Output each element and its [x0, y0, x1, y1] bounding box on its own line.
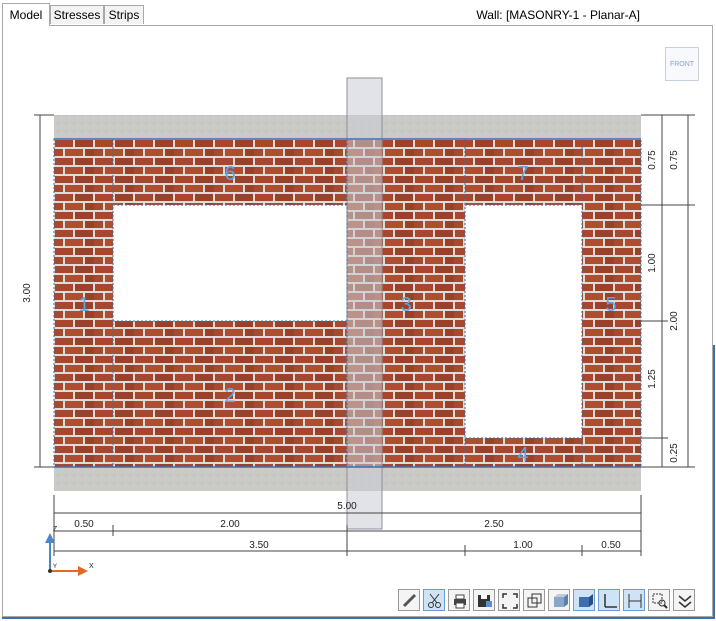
height-dimension: [34, 114, 54, 468]
axes-icon: [604, 594, 617, 608]
svg-text:1.25: 1.25: [647, 369, 658, 389]
svg-text:1.00: 1.00: [647, 253, 658, 273]
shaded-button[interactable]: [573, 589, 595, 611]
solid-button[interactable]: [548, 589, 570, 611]
zoom-extents-icon: [502, 593, 518, 609]
save-image-button[interactable]: [473, 589, 495, 611]
svg-text:3.50: 3.50: [249, 540, 269, 551]
wireframe-button[interactable]: [523, 589, 545, 611]
shaded-icon: [579, 594, 593, 607]
print-button[interactable]: [448, 589, 470, 611]
right-dimension-labels: 0.75 1.00 1.25 0.25 0.75 2.00: [647, 150, 680, 463]
svg-text:2.00: 2.00: [669, 311, 680, 331]
cut-icon: [428, 593, 441, 608]
measure-button[interactable]: [398, 589, 420, 611]
svg-text:X: X: [89, 563, 94, 570]
svg-text:0.25: 0.25: [669, 443, 680, 463]
wall-drawing[interactable]: 1 2 3 4 5 6 7 3.00 0.75 1.00 1.25 0.25 0…: [0, 0, 716, 621]
measure-icon: [402, 593, 417, 608]
tab-model[interactable]: Model: [2, 3, 50, 26]
region-label-6: 6: [224, 163, 235, 185]
zoom-extents-button[interactable]: [498, 589, 520, 611]
more-icon: [678, 595, 692, 608]
region-label-3: 3: [400, 294, 411, 316]
column-overlay[interactable]: [346, 77, 383, 530]
print-icon: [454, 594, 466, 609]
svg-text:Y: Y: [53, 564, 57, 570]
region-label-2: 2: [224, 385, 235, 407]
region-label-7: 7: [517, 163, 528, 185]
svg-text:1.00: 1.00: [513, 540, 533, 551]
height-label: 3.00: [22, 283, 33, 303]
wireframe-icon: [527, 593, 542, 608]
opening-window: [113, 205, 347, 321]
axes-button[interactable]: [598, 589, 620, 611]
opening-door: [465, 205, 582, 438]
svg-text:2.50: 2.50: [484, 519, 504, 530]
save-image-icon: [478, 595, 492, 607]
solid-icon: [554, 594, 568, 607]
svg-text:0.75: 0.75: [669, 150, 680, 170]
svg-text:2.00: 2.00: [220, 519, 240, 530]
svg-text:5.00: 5.00: [337, 501, 357, 512]
zoom-window-icon: [652, 593, 668, 609]
zoom-window-button[interactable]: [648, 589, 670, 611]
svg-text:0.75: 0.75: [647, 150, 658, 170]
svg-text:0.50: 0.50: [74, 519, 94, 530]
region-label-1: 1: [78, 294, 89, 316]
dimensions-button[interactable]: [623, 589, 645, 611]
svg-text:Z: Z: [53, 526, 58, 533]
cut-button[interactable]: [423, 589, 445, 611]
svg-text:0.50: 0.50: [601, 540, 621, 551]
region-label-4: 4: [517, 444, 528, 466]
region-label-5: 5: [605, 294, 616, 316]
dimensions-icon: [628, 594, 642, 608]
more-button[interactable]: [673, 589, 695, 611]
